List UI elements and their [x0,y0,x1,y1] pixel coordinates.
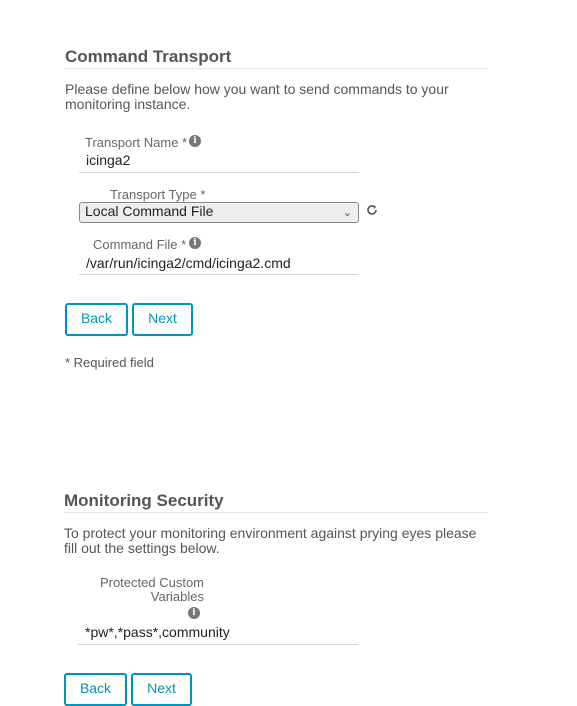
transport-name-input[interactable]: icinga2 [86,152,130,168]
section-divider [64,512,488,513]
label-line-1: Protected Custom [99,575,204,590]
command-file-underline [79,274,359,275]
chevron-down-icon: ⌄ [342,207,352,219]
protected-custom-variables-label: Protected Custom Variables [84,576,204,604]
required-field-note: * Required field [65,355,154,370]
transport-type-label: Transport Type * [110,187,206,202]
section-description: To protect your monitoring environment a… [64,525,477,556]
command-file-label: Command File * [93,237,187,252]
info-icon[interactable]: i [189,237,201,249]
transport-type-selected-value: Local Command File [85,203,214,219]
section-description: Please define below how you want to send… [65,81,449,112]
protected-vars-underline [78,644,358,645]
section-divider [65,68,488,69]
back-button[interactable]: Back [64,673,127,706]
next-button[interactable]: Next [132,303,193,336]
protected-custom-variables-input[interactable]: *pw*,*pass*,community [85,624,230,640]
transport-name-underline [79,172,359,173]
section-title-monitoring-security: Monitoring Security [64,491,224,510]
transport-name-label: Transport Name * [85,135,188,150]
label-line-2: Variables [150,589,204,604]
command-file-input[interactable]: /var/run/icinga2/cmd/icinga2.cmd [86,255,291,271]
info-icon[interactable]: i [188,607,200,619]
refresh-icon[interactable] [365,203,379,217]
back-button[interactable]: Back [65,303,128,336]
next-button[interactable]: Next [131,673,192,706]
transport-type-select[interactable]: Local Command File ⌄ [79,202,359,223]
info-icon[interactable]: i [189,135,201,147]
section-title-command-transport: Command Transport [65,47,232,66]
